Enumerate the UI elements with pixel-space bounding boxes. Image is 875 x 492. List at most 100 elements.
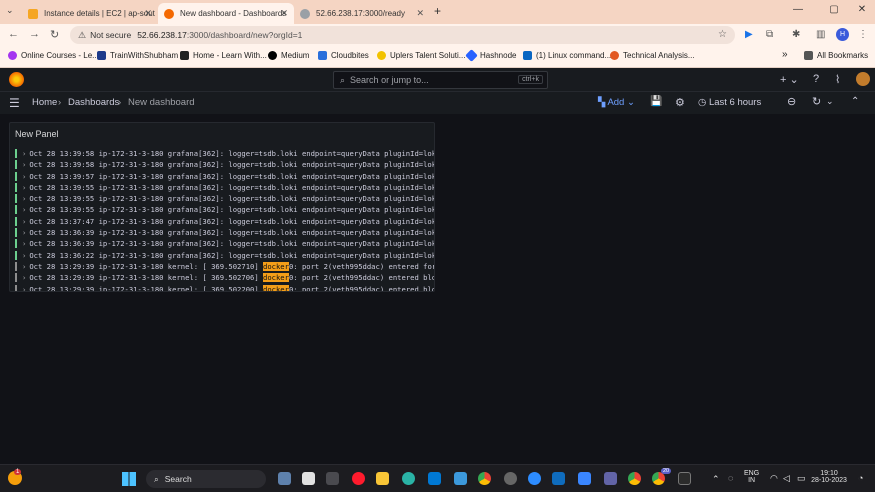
log-row[interactable]: › Oct 28 13:29:39 ip-172-31-3-180 kernel:… [15, 261, 434, 272]
photos-icon[interactable] [578, 472, 591, 485]
forward-button[interactable]: → [29, 28, 40, 40]
new-plus-icon[interactable]: + ⌄ [780, 73, 799, 86]
widgets-icon[interactable] [278, 472, 291, 485]
bookmarks-overflow-button[interactable]: » [782, 49, 788, 60]
bookmark-item[interactable]: Cloudbites [318, 51, 369, 60]
log-row[interactable]: › Oct 28 13:36:39 ip-172-31-3-180 grafana… [15, 227, 434, 238]
hamburger-menu-icon[interactable]: ☰ [9, 96, 20, 110]
expand-chevron-icon[interactable]: › [22, 149, 26, 158]
close-tab-icon[interactable]: ✕ [416, 8, 424, 19]
search-input[interactable]: ⌕ Search or jump to... ctrl+k [333, 71, 548, 89]
expand-chevron-icon[interactable]: › [22, 251, 26, 260]
extensions-icon[interactable]: ✱ [792, 29, 800, 40]
log-row[interactable]: › Oct 28 13:39:55 ip-172-31-3-180 grafana… [15, 182, 434, 193]
bookmark-item[interactable]: TrainWithShubham [97, 51, 178, 60]
teams-chat-icon[interactable] [302, 472, 315, 485]
panel-title[interactable]: New Panel [15, 129, 59, 139]
log-row[interactable]: › Oct 28 13:36:39 ip-172-31-3-180 grafana… [15, 238, 434, 249]
tray-overflow-icon[interactable]: ⌃ [712, 474, 720, 485]
expand-chevron-icon[interactable]: › [22, 217, 26, 226]
close-tab-icon[interactable]: ✕ [144, 8, 152, 19]
teams-icon[interactable] [604, 472, 617, 485]
volume-icon[interactable]: ◁ [783, 473, 790, 484]
bookmark-star-icon[interactable]: ☆ [718, 29, 727, 40]
bookmark-item[interactable]: Uplers Talent Soluti... [377, 51, 465, 60]
tab-grafana[interactable]: New dashboard - Dashboards ✕ [158, 3, 294, 24]
minimize-button[interactable]: — [788, 4, 808, 15]
expand-chevron-icon[interactable]: › [22, 172, 26, 181]
expand-chevron-icon[interactable]: › [22, 160, 26, 169]
maximize-button[interactable]: ▢ [824, 4, 844, 15]
start-windows-icon[interactable] [122, 472, 136, 486]
taskbar-search[interactable]: ⌕ Search [146, 470, 266, 488]
tab-ready[interactable]: 52.66.238.17:3000/ready ✕ [294, 3, 430, 24]
expand-chevron-icon[interactable]: › [22, 228, 26, 237]
expand-chevron-icon[interactable]: › [22, 273, 26, 282]
wifi-icon[interactable]: ◠ [770, 473, 778, 484]
log-row[interactable]: › Oct 28 13:39:55 ip-172-31-3-180 grafana… [15, 193, 434, 204]
expand-chevron-icon[interactable]: › [22, 262, 26, 271]
all-bookmarks-button[interactable]: All Bookmarks [804, 51, 868, 60]
zoom-app-icon[interactable] [528, 472, 541, 485]
reload-button[interactable]: ↻ [50, 28, 59, 41]
menu-kebab-icon[interactable]: ⋮ [858, 29, 868, 40]
expand-chevron-icon[interactable]: › [22, 183, 26, 192]
log-row[interactable]: › Oct 28 13:29:39 ip-172-31-3-180 kernel:… [15, 272, 434, 283]
chrome-icon[interactable] [478, 472, 491, 485]
expand-chevron-icon[interactable]: › [22, 194, 26, 203]
tray-app-icon[interactable]: ◌ [728, 473, 733, 483]
settings-gear-icon[interactable]: ⚙ [675, 96, 685, 109]
bookmark-item[interactable]: Home - Learn With... [180, 51, 267, 60]
log-row[interactable]: › Oct 28 13:39:58 ip-172-31-3-180 grafana… [15, 148, 434, 159]
address-bar[interactable]: ⚠ Not secure 52.66.238.17:3000/dashboard… [70, 26, 735, 44]
clock[interactable]: 19:10 28-10-2023 [808, 470, 850, 484]
bookmark-item[interactable]: Online Courses - Le... [8, 51, 99, 60]
notifications-bell-icon[interactable]: ◔ [858, 473, 863, 483]
user-avatar[interactable] [856, 72, 870, 86]
extension-copy-icon[interactable]: ⧉ [766, 29, 773, 40]
file-explorer-icon[interactable] [376, 472, 389, 485]
new-tab-button[interactable]: + [434, 4, 441, 18]
log-row[interactable]: › Oct 28 13:39:55 ip-172-31-3-180 grafana… [15, 204, 434, 215]
bookmark-item[interactable]: Hashnode [465, 49, 516, 62]
log-row[interactable]: › Oct 28 13:29:39 ip-172-31-3-180 kernel:… [15, 284, 434, 291]
close-tab-icon[interactable]: ✕ [280, 8, 288, 19]
edge-icon[interactable] [402, 472, 415, 485]
add-button[interactable]: ▚ Add ⌄ [598, 97, 635, 108]
refresh-interval-chevron-icon[interactable]: ⌄ [826, 96, 834, 107]
profile-avatar[interactable]: H [836, 28, 849, 41]
breadcrumb-home[interactable]: Home [32, 97, 57, 108]
log-row[interactable]: › Oct 28 13:39:57 ip-172-31-3-180 grafana… [15, 171, 434, 182]
time-picker-button[interactable]: ◷ Last 6 hours [698, 97, 761, 108]
expand-chevron-icon[interactable]: › [22, 205, 26, 214]
vscode-icon[interactable] [454, 472, 467, 485]
log-row[interactable]: › Oct 28 13:37:47 ip-172-31-3-180 grafana… [15, 216, 434, 227]
logs-panel[interactable]: New Panel › Oct 28 13:39:58 ip-172-31-3-1… [9, 122, 435, 292]
help-icon[interactable]: ? [813, 73, 819, 85]
log-row[interactable]: › Oct 28 13:39:58 ip-172-31-3-180 grafana… [15, 159, 434, 170]
save-icon[interactable]: 💾 [650, 96, 662, 107]
opera-icon[interactable] [352, 472, 365, 485]
grafana-logo-icon[interactable] [9, 72, 24, 87]
close-window-button[interactable]: ✕ [852, 4, 872, 15]
log-row[interactable]: › Oct 28 13:36:22 ip-172-31-3-180 grafana… [15, 250, 434, 261]
battery-icon[interactable]: ▭ [797, 473, 806, 484]
mail-icon[interactable] [552, 472, 565, 485]
expand-chevron-icon[interactable]: › [22, 285, 26, 291]
settings-app-icon[interactable] [504, 472, 517, 485]
tab-search-button[interactable]: ⌄ [6, 5, 14, 16]
bookmark-item[interactable]: (1) Linux command... [523, 51, 611, 60]
task-view-icon[interactable] [326, 472, 339, 485]
extension-play-icon[interactable]: ▶ [745, 29, 753, 40]
breadcrumb-dashboards[interactable]: Dashboards [68, 97, 119, 108]
store-icon[interactable] [428, 472, 441, 485]
bookmark-item[interactable]: Technical Analysis... [610, 51, 695, 60]
side-panel-icon[interactable]: ▥ [816, 29, 825, 40]
refresh-icon[interactable]: ↻ [812, 95, 821, 108]
back-button[interactable]: ← [8, 28, 19, 40]
collapse-up-icon[interactable]: ⌃ [851, 96, 859, 107]
bookmark-item[interactable]: Medium [268, 51, 309, 60]
expand-chevron-icon[interactable]: › [22, 239, 26, 248]
chrome-profile-icon[interactable] [628, 472, 641, 485]
zoom-out-icon[interactable]: ⊖ [787, 95, 796, 108]
